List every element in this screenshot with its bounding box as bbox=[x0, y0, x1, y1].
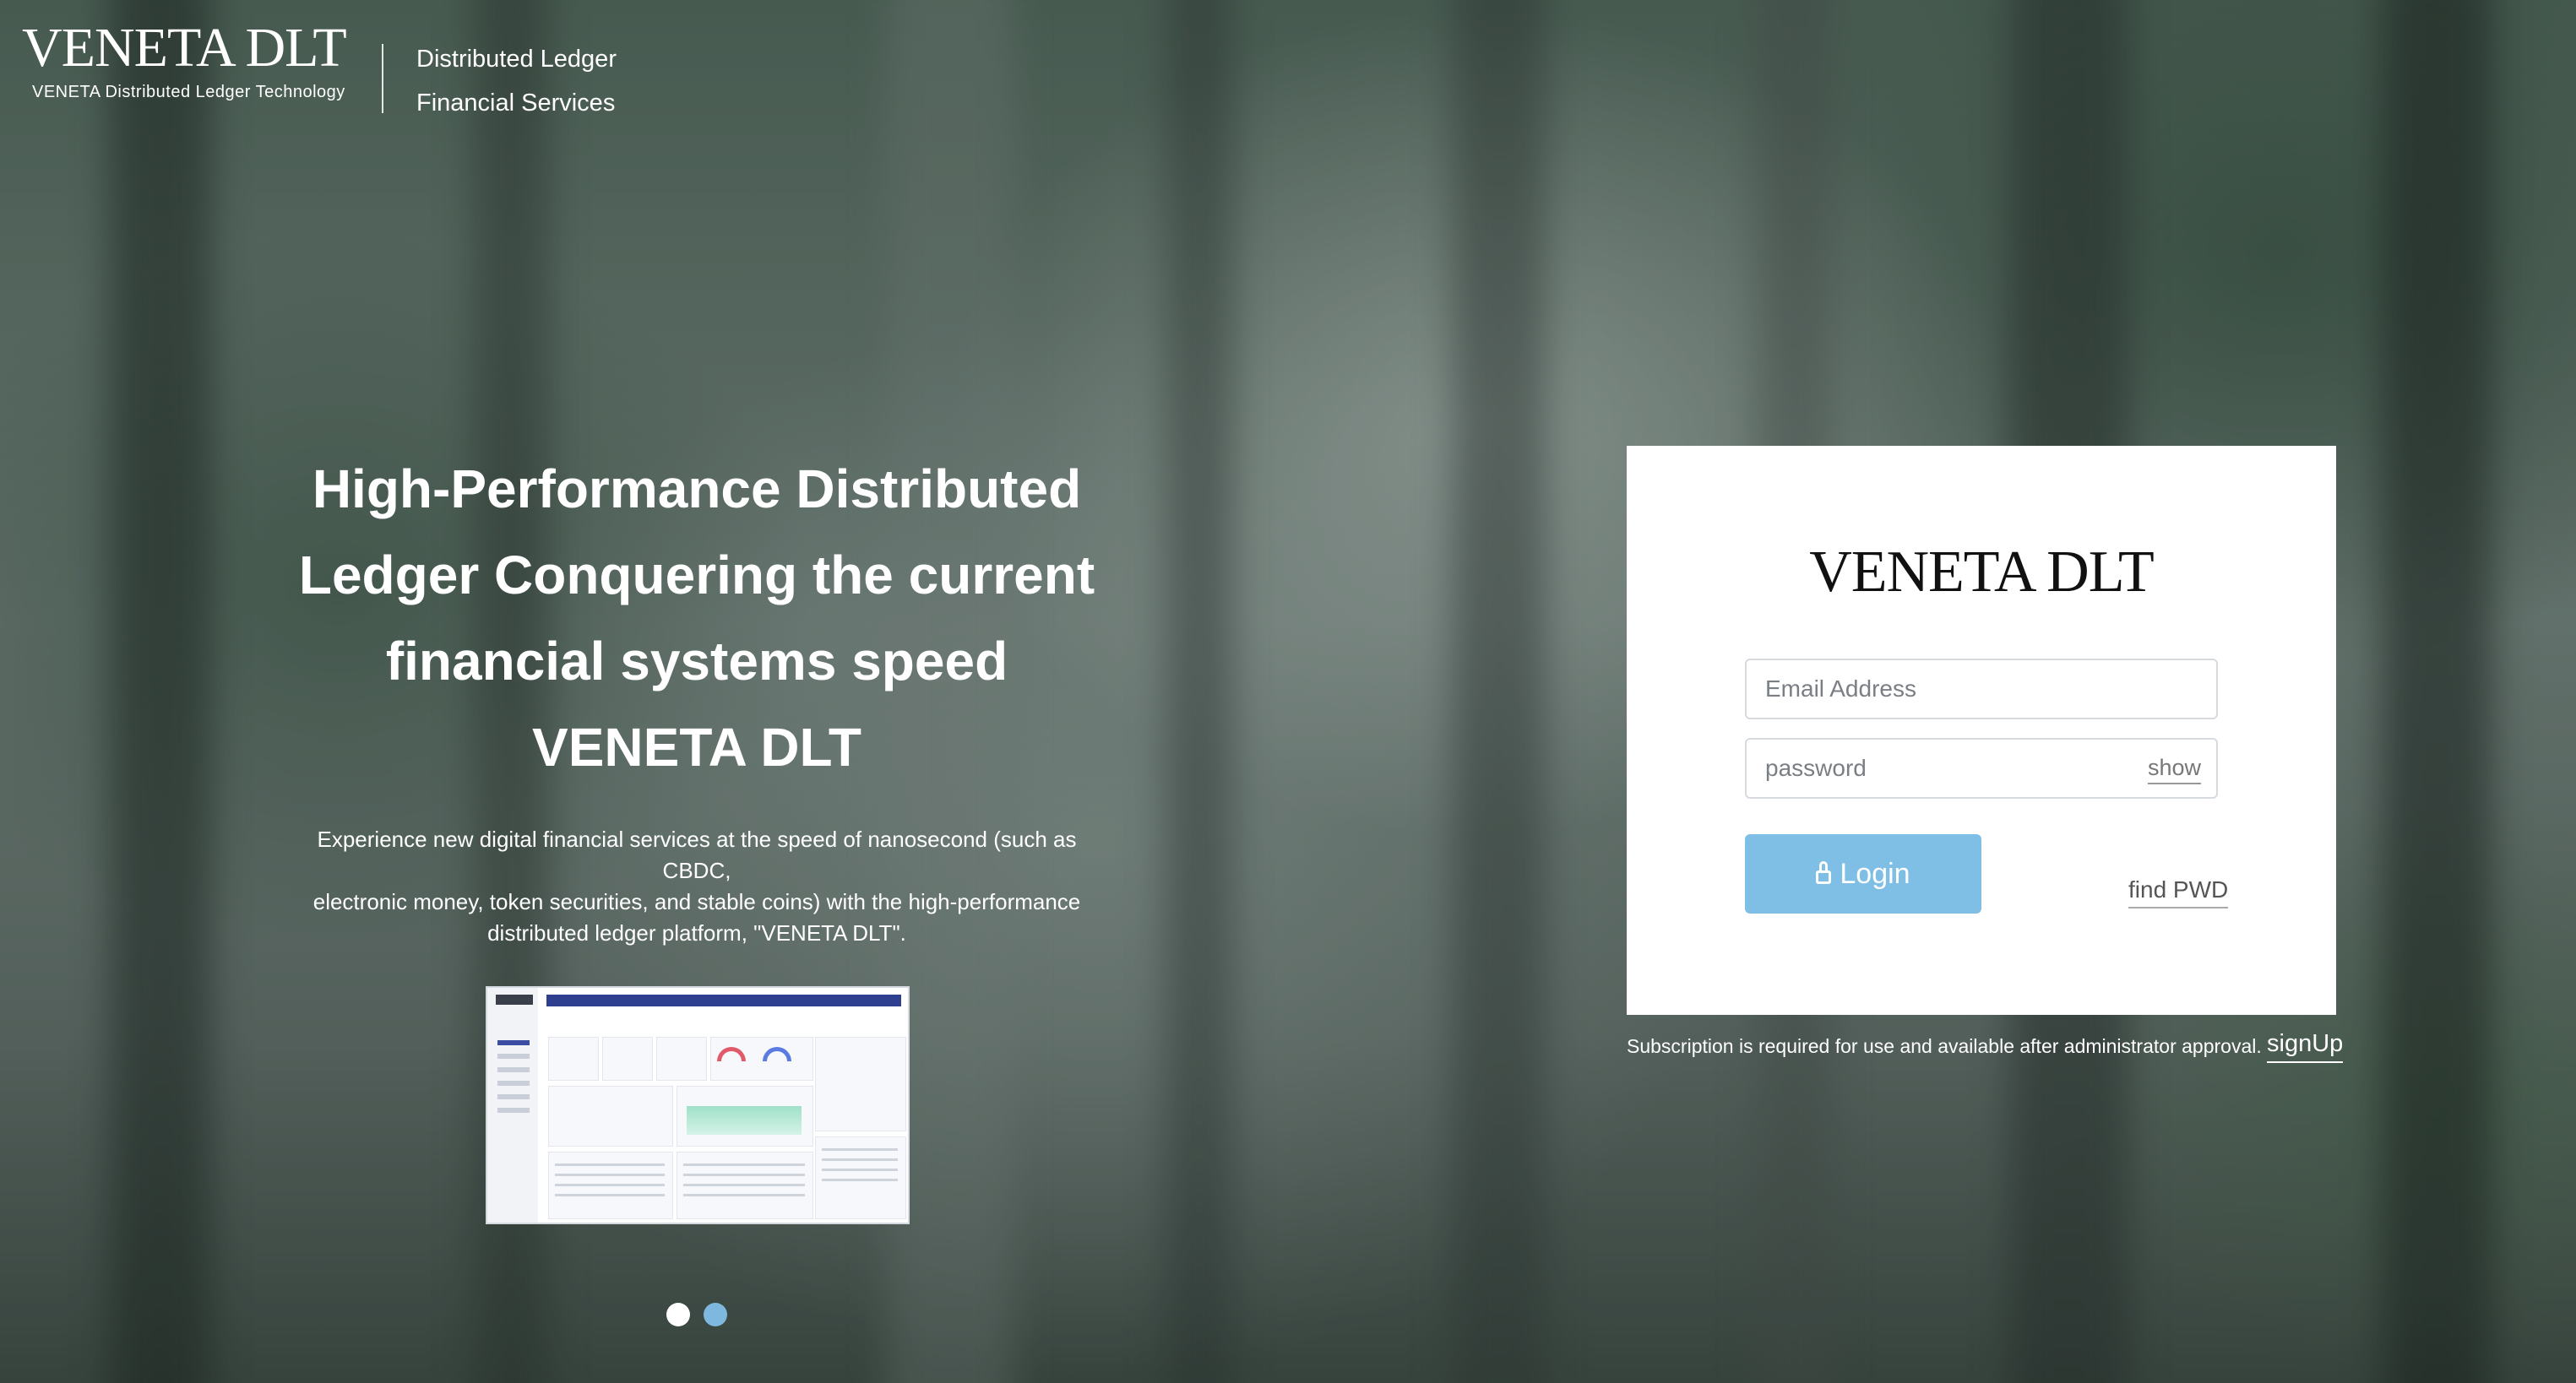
hero-title-line: Ledger Conquering the current bbox=[298, 545, 1095, 605]
find-password-link[interactable]: find PWD bbox=[2128, 876, 2229, 908]
hero-section: High-Performance Distributed Ledger Conq… bbox=[287, 446, 1106, 949]
email-input[interactable] bbox=[1747, 660, 2139, 718]
password-field: show bbox=[1745, 738, 2218, 799]
hero-title-line: High-Performance Distributed bbox=[312, 458, 1082, 519]
hero-desc-line: electronic money, token securities, and … bbox=[312, 889, 1081, 914]
carousel-indicators bbox=[666, 1303, 741, 1331]
header-tagline: Distributed Ledger Financial Services bbox=[416, 37, 617, 125]
login-logo: VENETA DLT bbox=[1809, 540, 2155, 605]
hero-title-line: financial systems speed bbox=[385, 631, 1008, 692]
login-button[interactable]: Login bbox=[1745, 834, 1981, 914]
dashboard-preview-image bbox=[486, 986, 910, 1224]
hero-title: High-Performance Distributed Ledger Conq… bbox=[287, 446, 1106, 790]
signup-link[interactable]: signUp bbox=[2267, 1030, 2344, 1063]
login-button-label: Login bbox=[1840, 857, 1910, 890]
brand-name: VENETA DLT bbox=[22, 17, 347, 79]
carousel-dot-1[interactable] bbox=[666, 1303, 690, 1326]
password-input[interactable] bbox=[1747, 740, 2139, 797]
subscription-note: Subscription is required for use and ava… bbox=[1627, 1035, 2262, 1057]
tagline-line: Financial Services bbox=[416, 89, 616, 117]
hero-title-line: VENETA DLT bbox=[532, 717, 861, 778]
hero-desc-line: Experience new digital financial service… bbox=[317, 827, 1077, 883]
email-field bbox=[1745, 659, 2218, 719]
brand-subtitle: VENETA Distributed Ledger Technology bbox=[32, 83, 345, 101]
hero-description: Experience new digital financial service… bbox=[287, 824, 1106, 949]
lock-icon bbox=[1816, 861, 1832, 884]
login-card: VENETA DLT show Login find PWD bbox=[1627, 446, 2336, 1015]
show-password-toggle[interactable]: show bbox=[2147, 755, 2201, 784]
carousel-dot-2[interactable] bbox=[704, 1303, 727, 1326]
tagline-line: Distributed Ledger bbox=[416, 46, 617, 73]
hero-desc-line: distributed ledger platform, "VENETA DLT… bbox=[487, 920, 906, 946]
header-divider bbox=[382, 44, 383, 113]
brand-logo[interactable]: VENETA DLT VENETA Distributed Ledger Tec… bbox=[22, 20, 360, 102]
